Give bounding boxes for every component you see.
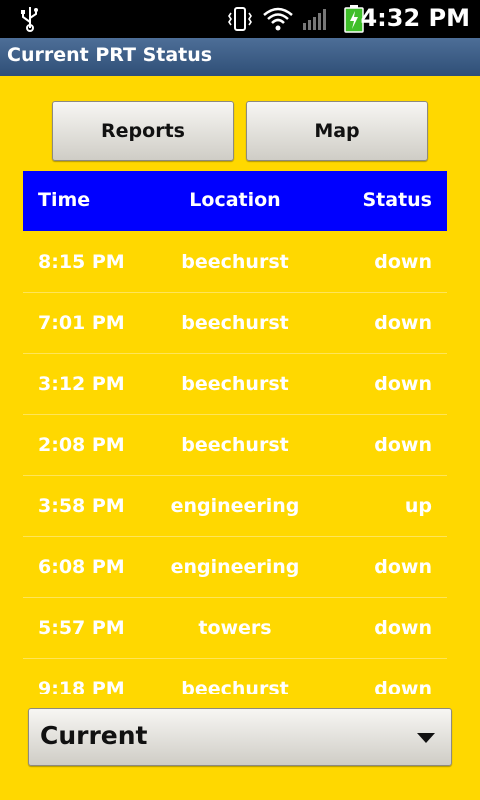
row-time: 3:58 PM: [38, 495, 125, 517]
chevron-down-icon: [417, 733, 435, 743]
reports-button[interactable]: Reports: [52, 101, 234, 161]
row-status: down: [374, 373, 432, 395]
table-row: engineering 3:58 PM up: [23, 476, 447, 537]
table-header: Location Time Status: [23, 171, 447, 231]
table-row: beechurst 9:18 PM down: [23, 659, 447, 694]
table-row: beechurst 2:08 PM down: [23, 415, 447, 476]
row-time: 8:15 PM: [38, 251, 125, 273]
row-status: down: [374, 434, 432, 456]
status-list[interactable]: beechurst 8:15 PM down beechurst 7:01 PM…: [23, 232, 447, 694]
view-select-dropdown[interactable]: Current: [28, 708, 452, 766]
dropdown-selected-value: Current: [40, 721, 148, 750]
row-time: 7:01 PM: [38, 312, 125, 334]
signal-icon: [303, 9, 326, 30]
status-time: 4:32 PM: [360, 4, 470, 32]
row-status: down: [374, 617, 432, 639]
wifi-icon: [263, 7, 293, 31]
row-status: down: [374, 678, 432, 694]
row-time: 3:12 PM: [38, 373, 125, 395]
title-bar: Current PRT Status: [0, 38, 480, 76]
table-row: beechurst 7:01 PM down: [23, 293, 447, 354]
status-bar: 4:32 PM: [0, 0, 480, 38]
row-time: 5:57 PM: [38, 617, 125, 639]
table-row: beechurst 8:15 PM down: [23, 232, 447, 293]
map-button[interactable]: Map: [246, 101, 428, 161]
usb-icon: [21, 7, 38, 32]
table-row: engineering 6:08 PM down: [23, 537, 447, 598]
row-status: up: [404, 495, 432, 517]
row-time: 9:18 PM: [38, 678, 125, 694]
page-title: Current PRT Status: [7, 44, 213, 66]
table-row: beechurst 3:12 PM down: [23, 354, 447, 415]
row-time: 2:08 PM: [38, 434, 125, 456]
row-status: down: [374, 251, 432, 273]
row-status: down: [374, 312, 432, 334]
row-time: 6:08 PM: [38, 556, 125, 578]
row-status: down: [374, 556, 432, 578]
header-time: Time: [38, 189, 91, 211]
table-row: towers 5:57 PM down: [23, 598, 447, 659]
vibrate-icon: [228, 7, 252, 31]
header-status: Status: [362, 189, 432, 211]
